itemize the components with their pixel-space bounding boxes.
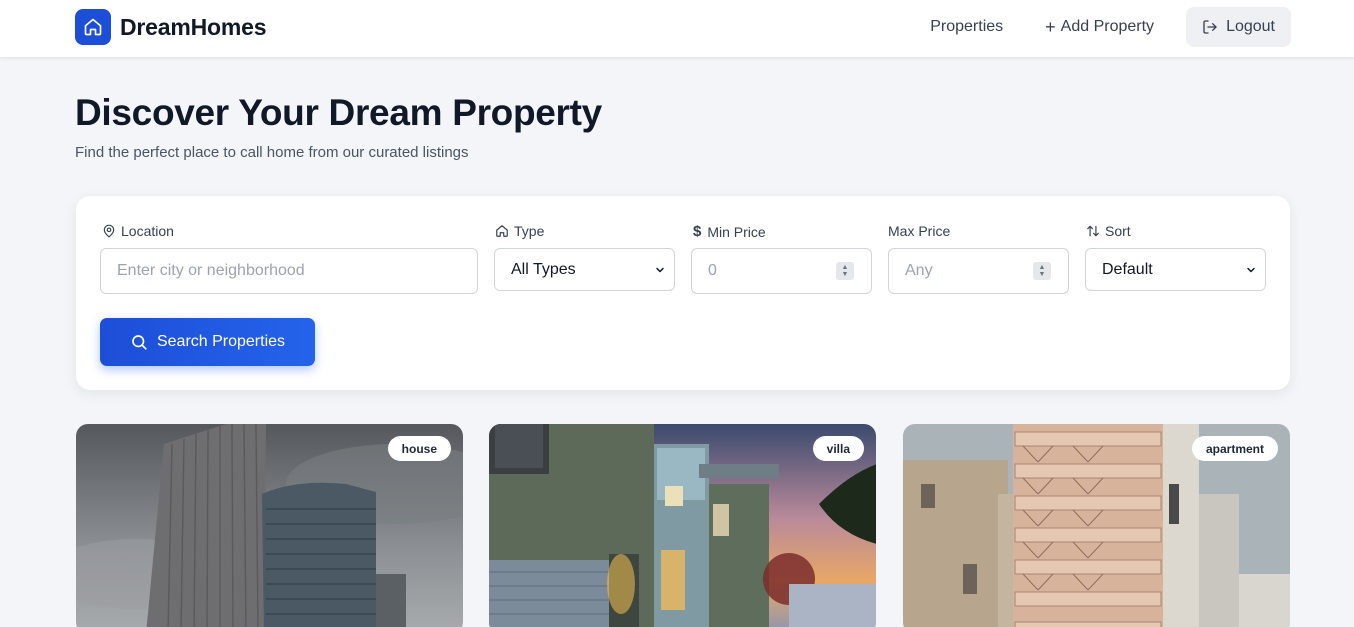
type-label-text: Type xyxy=(514,223,545,239)
logout-icon xyxy=(1203,20,1217,34)
brand[interactable]: DreamHomes xyxy=(75,9,266,45)
property-card[interactable]: villa xyxy=(489,424,876,627)
logout-button[interactable]: Logout xyxy=(1186,7,1291,47)
search-icon xyxy=(132,335,147,350)
page-title: Discover Your Dream Property xyxy=(75,92,602,133)
property-type-badge: apartment xyxy=(1191,436,1278,461)
nav-add-property-label: Add Property xyxy=(1060,18,1155,35)
max-price-label-text: Max Price xyxy=(888,223,951,239)
map-pin-icon xyxy=(103,224,115,238)
max-price-label: Max Price xyxy=(888,223,950,239)
min-price-placeholder: 0 xyxy=(708,262,717,279)
location-placeholder: Enter city or neighborhood xyxy=(117,262,305,279)
sort-label-text: Sort xyxy=(1105,223,1131,239)
search-button-label: Search Properties xyxy=(156,333,286,350)
page-subtitle: Find the perfect place to call home from… xyxy=(75,144,469,161)
nav-add-property-link[interactable]: + Add Property xyxy=(1045,7,1154,47)
sort-selected-value: Default xyxy=(1102,260,1153,278)
sort-select[interactable]: Default xyxy=(1085,248,1266,291)
max-price-input[interactable]: Any ▲ ▼ xyxy=(888,248,1069,294)
nav-links: Properties + Add Property Logout xyxy=(930,7,1291,47)
top-navbar: DreamHomes Properties + Add Property Log… xyxy=(0,0,1354,58)
search-properties-button[interactable]: Search Properties xyxy=(100,318,315,366)
logout-label: Logout xyxy=(1226,18,1275,35)
min-price-label: $ Min Price xyxy=(693,223,766,240)
max-price-stepper[interactable]: ▲ ▼ xyxy=(1033,262,1051,280)
property-type-badge: house xyxy=(387,436,451,461)
chevron-down-icon xyxy=(656,267,664,272)
chevron-down-icon xyxy=(1247,267,1255,272)
nav-properties-link[interactable]: Properties xyxy=(930,7,1003,47)
property-card[interactable]: apartment xyxy=(903,424,1290,627)
location-input[interactable]: Enter city or neighborhood xyxy=(100,248,478,294)
plus-icon: + xyxy=(1045,17,1056,37)
max-price-placeholder: Any xyxy=(905,262,933,279)
type-selected-value: All Types xyxy=(511,260,576,278)
sort-label: Sort xyxy=(1086,223,1131,239)
brand-name: DreamHomes xyxy=(120,13,267,40)
type-label: Type xyxy=(495,223,544,239)
min-price-stepper[interactable]: ▲ ▼ xyxy=(836,262,854,280)
location-label: Location xyxy=(102,223,174,239)
search-filter-card: Location Enter city or neighborhood Type… xyxy=(76,196,1290,390)
property-card[interactable]: house xyxy=(76,424,463,627)
min-price-label-text: Min Price xyxy=(707,223,766,240)
location-label-text: Location xyxy=(121,223,174,239)
sort-arrows-icon xyxy=(1087,225,1099,237)
type-select[interactable]: All Types xyxy=(494,248,675,291)
dollar-icon: $ xyxy=(693,223,702,240)
min-price-input[interactable]: 0 ▲ ▼ xyxy=(691,248,872,294)
nav-properties-label: Properties xyxy=(930,18,1004,35)
home-icon xyxy=(75,9,111,45)
property-type-badge: villa xyxy=(812,436,864,461)
home-icon xyxy=(496,225,508,237)
